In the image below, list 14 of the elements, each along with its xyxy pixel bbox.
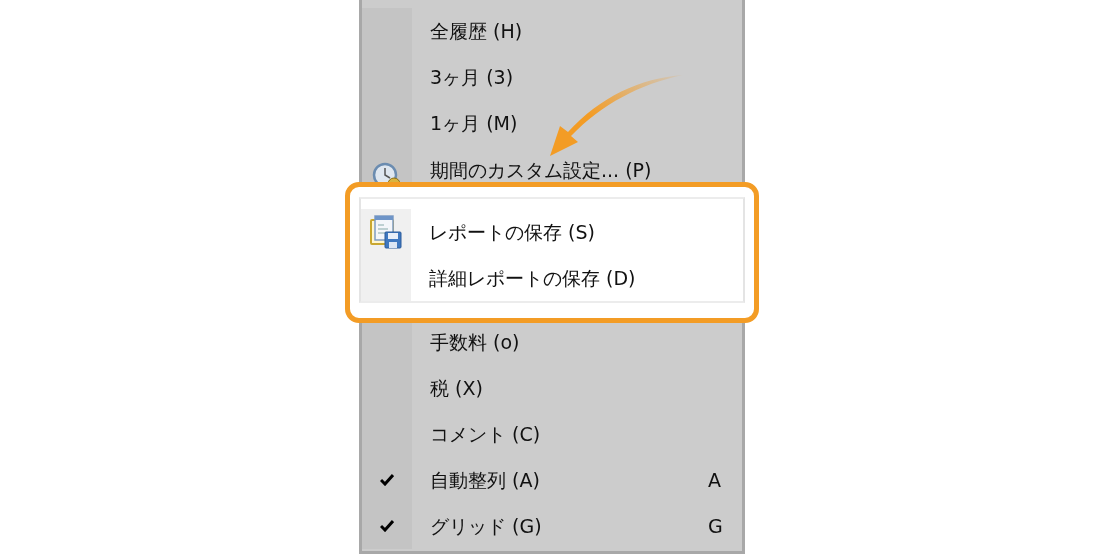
menu-item[interactable]: 自動整列 (A): [430, 470, 540, 490]
menu-item[interactable]: 手数料 (o): [430, 332, 520, 352]
menu-item[interactable]: 詳細レポートの保存 (D): [429, 268, 636, 288]
menu-item[interactable]: コメント (C): [430, 424, 541, 444]
menu-item[interactable]: レポートの保存 (S): [429, 222, 595, 242]
document-save-icon: [369, 214, 403, 250]
shortcut-key: A: [708, 470, 721, 490]
menu-item[interactable]: 税 (X): [430, 378, 483, 398]
shortcut-key: G: [708, 516, 723, 536]
menu-item[interactable]: 期間のカスタム設定... (P): [430, 160, 652, 180]
menu-item[interactable]: グリッド (G): [430, 516, 542, 536]
menu-item[interactable]: 1ヶ月 (M): [430, 113, 518, 133]
menu-item[interactable]: 3ヶ月 (3): [430, 67, 514, 87]
menu-item[interactable]: 全履歴 (H): [430, 21, 523, 41]
